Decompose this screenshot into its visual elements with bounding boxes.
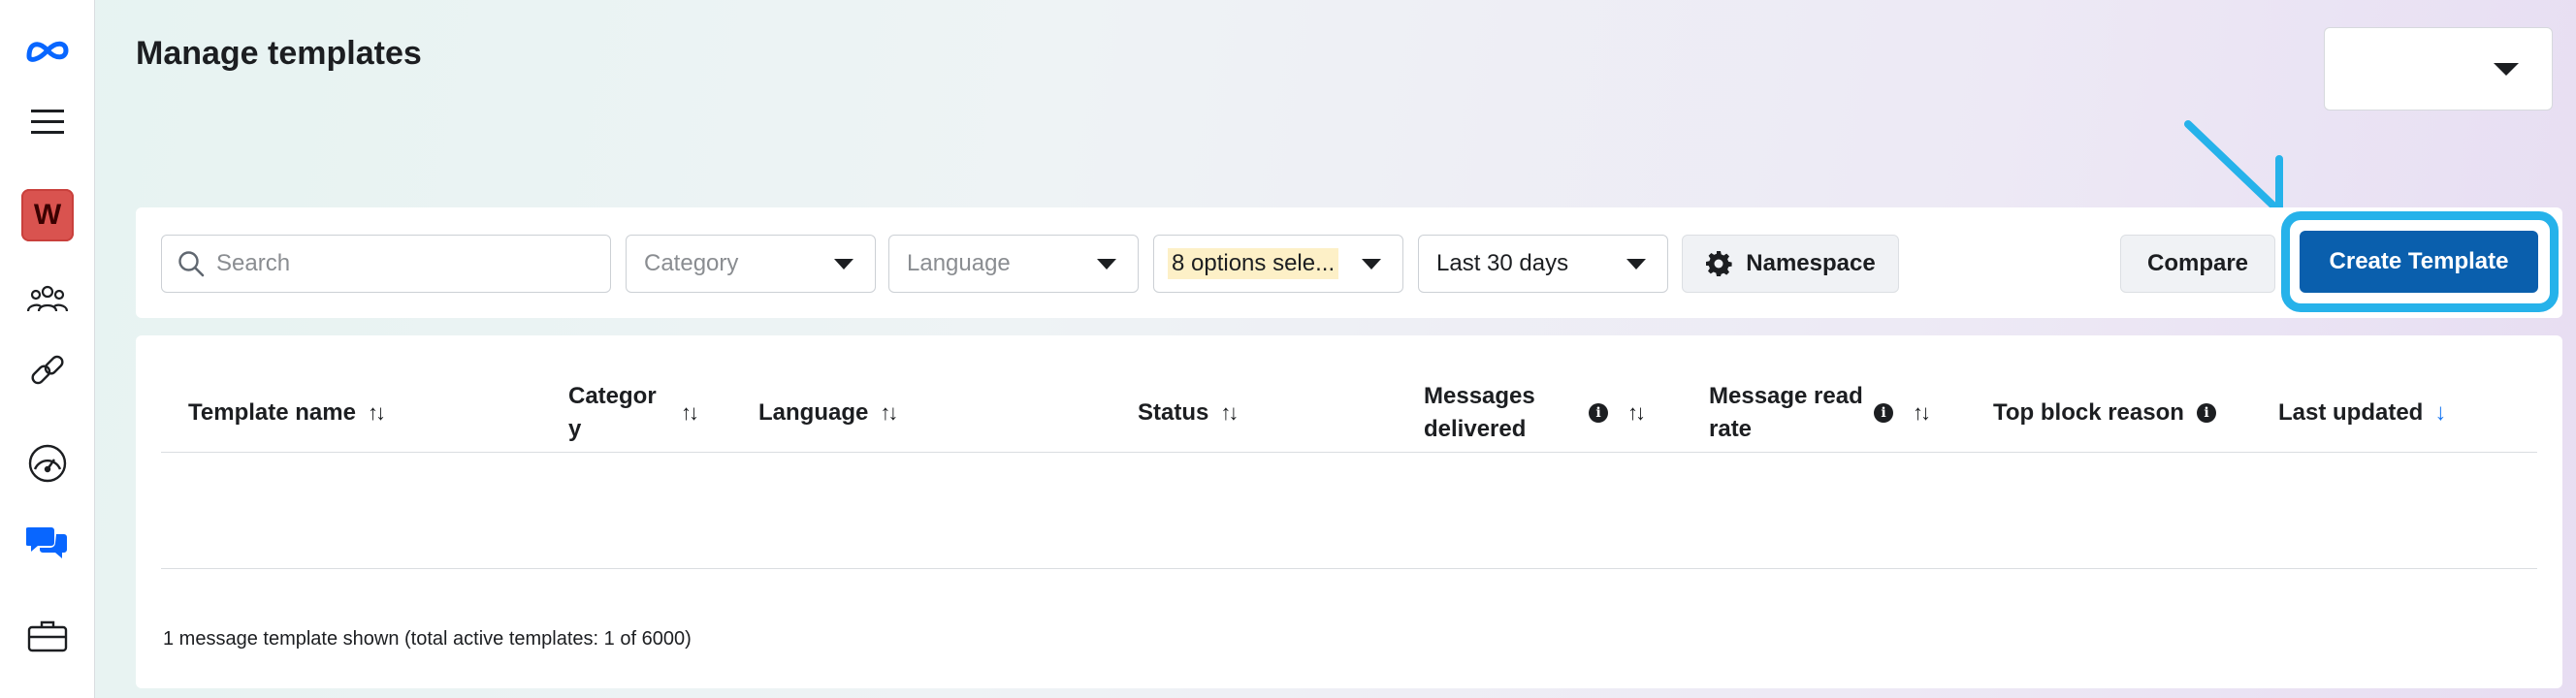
category-dropdown-label: Category bbox=[644, 250, 739, 276]
column-header-messages-delivered[interactable]: Messages delivered i ↑↓ bbox=[1424, 374, 1676, 452]
column-header-label: Categor y bbox=[568, 383, 657, 442]
link-icon[interactable] bbox=[0, 341, 95, 399]
create-template-button[interactable]: Create Template bbox=[2300, 231, 2538, 293]
date-range-dropdown[interactable]: Last 30 days bbox=[1418, 235, 1668, 293]
chevron-down-icon bbox=[834, 259, 853, 270]
people-icon[interactable] bbox=[0, 270, 95, 328]
workspace-badge-label: W bbox=[21, 189, 74, 241]
account-selector[interactable] bbox=[2324, 27, 2553, 111]
templates-table: Template name ↑↓ Categor y ↑↓ Language ↑… bbox=[136, 335, 2562, 688]
status-dropdown[interactable]: 8 options sele... bbox=[1153, 235, 1403, 293]
sort-icon[interactable]: ↑↓ bbox=[1220, 400, 1239, 426]
category-dropdown[interactable]: Category bbox=[626, 235, 876, 293]
info-icon[interactable]: i bbox=[1874, 403, 1893, 423]
chevron-down-icon bbox=[1626, 259, 1646, 270]
filter-bar: Category Language 8 options sele... Last… bbox=[136, 207, 2562, 318]
language-dropdown[interactable]: Language bbox=[888, 235, 1139, 293]
chevron-down-icon bbox=[1097, 259, 1116, 270]
create-template-button-label: Create Template bbox=[2329, 248, 2509, 274]
column-header-label: Messages delivered bbox=[1424, 383, 1535, 442]
sort-icon[interactable]: ↑↓ bbox=[681, 400, 699, 426]
compare-button[interactable]: Compare bbox=[2120, 235, 2275, 293]
search-field[interactable] bbox=[161, 235, 611, 293]
column-header-label: Template name bbox=[188, 399, 356, 426]
search-icon bbox=[178, 251, 205, 277]
search-input[interactable] bbox=[216, 250, 604, 277]
sort-icon[interactable]: ↑↓ bbox=[1913, 400, 1931, 426]
sort-icon[interactable]: ↑↓ bbox=[368, 400, 386, 426]
sort-icon[interactable]: ↑↓ bbox=[1627, 400, 1646, 426]
chevron-down-icon bbox=[2494, 63, 2519, 76]
table-bottom-divider bbox=[161, 568, 2537, 569]
namespace-button[interactable]: Namespace bbox=[1682, 235, 1899, 293]
gear-icon bbox=[1705, 250, 1732, 277]
column-header-label: Language bbox=[758, 399, 869, 426]
column-header-status[interactable]: Status ↑↓ bbox=[1138, 374, 1390, 452]
meta-logo-icon[interactable] bbox=[0, 21, 95, 79]
left-nav-rail: W bbox=[0, 0, 95, 698]
status-dropdown-label: 8 options sele... bbox=[1168, 248, 1339, 279]
briefcase-icon[interactable] bbox=[0, 607, 95, 665]
dashboard-icon[interactable] bbox=[0, 434, 95, 492]
info-icon[interactable]: i bbox=[1589, 403, 1608, 423]
date-range-label: Last 30 days bbox=[1436, 250, 1569, 276]
sort-icon[interactable]: ↑↓ bbox=[880, 400, 898, 426]
compare-button-label: Compare bbox=[2146, 250, 2249, 276]
menu-icon[interactable] bbox=[0, 93, 95, 151]
header-divider bbox=[161, 452, 2537, 453]
chat-icon[interactable] bbox=[0, 514, 95, 572]
column-header-message-read-rate[interactable]: Message read rate i ↑↓ bbox=[1709, 374, 1961, 452]
column-header-category[interactable]: Categor y ↑↓ bbox=[568, 374, 724, 452]
namespace-button-label: Namespace bbox=[1746, 250, 1876, 276]
workspace-badge[interactable]: W bbox=[0, 186, 95, 244]
arrow-down-icon[interactable]: ↓ bbox=[2434, 399, 2446, 427]
column-header-last-updated[interactable]: Last updated ↓ bbox=[2278, 374, 2530, 452]
info-icon[interactable]: i bbox=[2197, 403, 2216, 423]
column-header-language[interactable]: Language ↑↓ bbox=[758, 374, 1108, 452]
column-header-label: Top block reason bbox=[1993, 399, 2184, 426]
column-header-label: Last updated bbox=[2278, 399, 2424, 426]
language-dropdown-label: Language bbox=[907, 250, 1011, 276]
column-header-template-name[interactable]: Template name ↑↓ bbox=[188, 374, 537, 452]
chevron-down-icon bbox=[1362, 259, 1381, 270]
page-title: Manage templates bbox=[136, 35, 422, 72]
column-header-label: Status bbox=[1138, 399, 1209, 426]
column-header-top-block-reason: Top block reason i bbox=[1993, 374, 2245, 452]
column-header-label: Message read rate bbox=[1709, 383, 1863, 442]
table-footer-summary: 1 message template shown (total active t… bbox=[163, 628, 692, 650]
